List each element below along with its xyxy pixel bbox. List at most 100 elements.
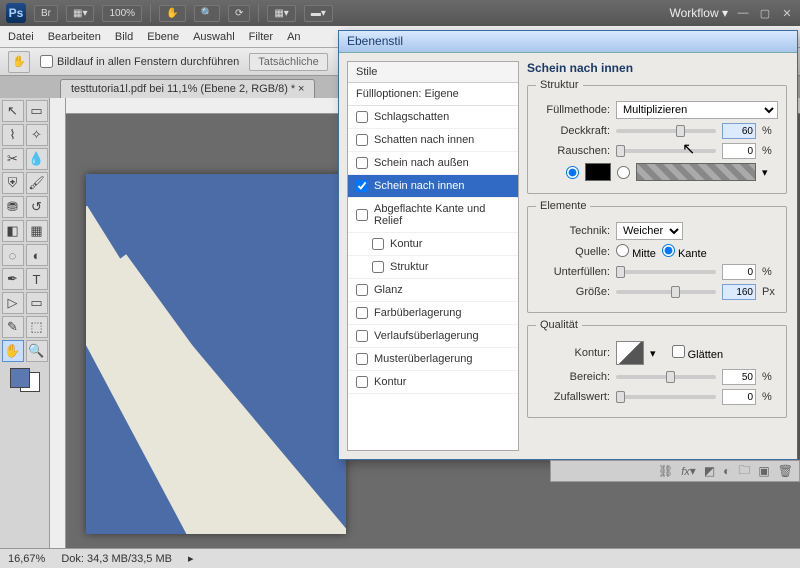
color-swatches[interactable] [10,368,40,392]
fill-options-item[interactable]: Füllloptionen: Eigene [348,83,518,106]
style-item[interactable]: Schlagschatten [348,106,518,129]
eraser-tool-icon[interactable]: ◧ [2,220,24,242]
menu-filter[interactable]: Filter [249,31,273,43]
menu-bild[interactable]: Bild [115,31,133,43]
style-checkbox[interactable] [356,180,368,192]
style-item[interactable]: Kontur [348,233,518,256]
style-checkbox[interactable] [372,261,384,273]
size-input[interactable] [722,284,756,300]
pen-tool-icon[interactable]: ✒ [2,268,24,290]
hand-tool-icon[interactable]: ✋ [2,340,24,362]
size-slider[interactable] [616,290,716,294]
source-center-radio[interactable]: Mitte [616,244,656,260]
style-checkbox[interactable] [356,157,368,169]
glow-gradient-swatch[interactable] [636,163,756,181]
style-checkbox[interactable] [356,307,368,319]
document-tab[interactable]: testtutoria1l.pdf bei 11,1% (Ebene 2, RG… [60,79,315,98]
style-item[interactable]: Verlaufsüberlagerung [348,325,518,348]
minimize-icon[interactable]: — [736,7,750,19]
style-item[interactable]: Schein nach außen [348,152,518,175]
link-layers-icon[interactable]: ⛓ [658,464,673,478]
new-layer-icon[interactable]: ▣ [758,464,769,478]
dialog-title[interactable]: Ebenenstil [339,31,797,53]
antialias-checkbox[interactable]: Glätten [672,345,724,361]
style-checkbox[interactable] [372,238,384,250]
menu-datei[interactable]: Datei [8,31,34,43]
close-icon[interactable]: ✕ [780,7,794,20]
mask-icon[interactable]: ◩ [704,464,715,478]
blend-mode-select[interactable]: Multiplizieren [616,101,778,119]
screenmode-button[interactable]: ▬▾ [304,5,333,22]
opacity-input[interactable] [722,123,756,139]
heal-tool-icon[interactable]: ⛨ [2,172,24,194]
choke-slider[interactable] [616,270,716,274]
menu-ebene[interactable]: Ebene [147,31,179,43]
style-checkbox[interactable] [356,111,368,123]
history-brush-icon[interactable]: ↺ [26,196,48,218]
crop-tool-icon[interactable]: ✂ [2,148,24,170]
source-edge-radio[interactable]: Kante [662,244,707,260]
adjustment-icon[interactable]: ◐ [723,464,730,478]
glow-color-swatch[interactable] [585,163,611,181]
style-item[interactable]: Musterüberlagerung [348,348,518,371]
lasso-tool-icon[interactable]: ⌇ [2,124,24,146]
zoom-select[interactable]: 100% [102,5,142,22]
fx-icon[interactable]: fx▾ [681,464,696,478]
gradient-tool-icon[interactable]: ▦ [26,220,48,242]
notes-tool-icon[interactable]: ✎ [2,316,24,338]
style-item[interactable]: Farbüberlagerung [348,302,518,325]
style-item[interactable]: Kontur [348,371,518,394]
delete-layer-icon[interactable]: 🗑 [778,464,793,478]
style-checkbox[interactable] [356,330,368,342]
workspace-select[interactable]: Workflow ▾ [670,6,728,20]
brush-tool-icon[interactable]: 🖌 [26,172,48,194]
range-slider[interactable] [616,375,716,379]
hand-tool-icon[interactable]: ✋ [8,51,30,73]
menu-analyse[interactable]: An [287,31,300,43]
marquee-tool-icon[interactable]: ▭ [26,100,48,122]
scroll-all-checkbox[interactable]: Bildlauf in allen Fenstern durchführen [40,55,239,68]
color-radio[interactable] [566,166,579,179]
contour-menu-icon[interactable]: ▾ [650,347,656,360]
3d-tool-icon[interactable]: ⬚ [26,316,48,338]
rotate-view-icon[interactable]: ⟳ [228,5,250,22]
contour-picker[interactable] [616,341,644,365]
hand-tool-icon[interactable]: ✋ [159,5,185,22]
dodge-tool-icon[interactable]: ◐ [26,244,48,266]
group-icon[interactable]: 🗀 [738,461,750,482]
style-list-header[interactable]: Stile [348,62,518,83]
style-item[interactable]: Abgeflachte Kante und Relief [348,198,518,233]
style-checkbox[interactable] [356,284,368,296]
noise-slider[interactable] [616,149,716,153]
bridge-button[interactable]: Br [34,5,58,22]
style-checkbox[interactable] [356,353,368,365]
gradient-radio[interactable] [617,166,630,179]
stamp-tool-icon[interactable]: ⛃ [2,196,24,218]
path-select-icon[interactable]: ▷ [2,292,24,314]
zoom-tool-icon[interactable]: 🔍 [194,5,220,22]
zoom-tool-icon[interactable]: 🔍 [26,340,48,362]
shape-tool-icon[interactable]: ▭ [26,292,48,314]
style-item[interactable]: Schatten nach innen [348,129,518,152]
tab-close-icon[interactable]: × [298,83,304,95]
maximize-icon[interactable]: ▢ [758,7,772,20]
eyedropper-tool-icon[interactable]: 💧 [26,148,48,170]
style-checkbox[interactable] [356,376,368,388]
choke-input[interactable] [722,264,756,280]
style-checkbox[interactable] [356,134,368,146]
menu-auswahl[interactable]: Auswahl [193,31,235,43]
style-checkbox[interactable] [356,209,368,221]
style-item[interactable]: Glanz [348,279,518,302]
blur-tool-icon[interactable]: ◌ [2,244,24,266]
range-input[interactable] [722,369,756,385]
style-item[interactable]: Struktur [348,256,518,279]
jitter-input[interactable] [722,389,756,405]
move-tool-icon[interactable]: ↖ [2,100,24,122]
status-menu-icon[interactable]: ▸ [188,552,194,565]
style-item[interactable]: Schein nach innen [348,175,518,198]
type-tool-icon[interactable]: T [26,268,48,290]
opacity-slider[interactable] [616,129,716,133]
noise-input[interactable] [722,143,756,159]
arrange-button[interactable]: ▦▾ [267,5,295,22]
gradient-dropdown-icon[interactable]: ▾ [762,166,768,179]
